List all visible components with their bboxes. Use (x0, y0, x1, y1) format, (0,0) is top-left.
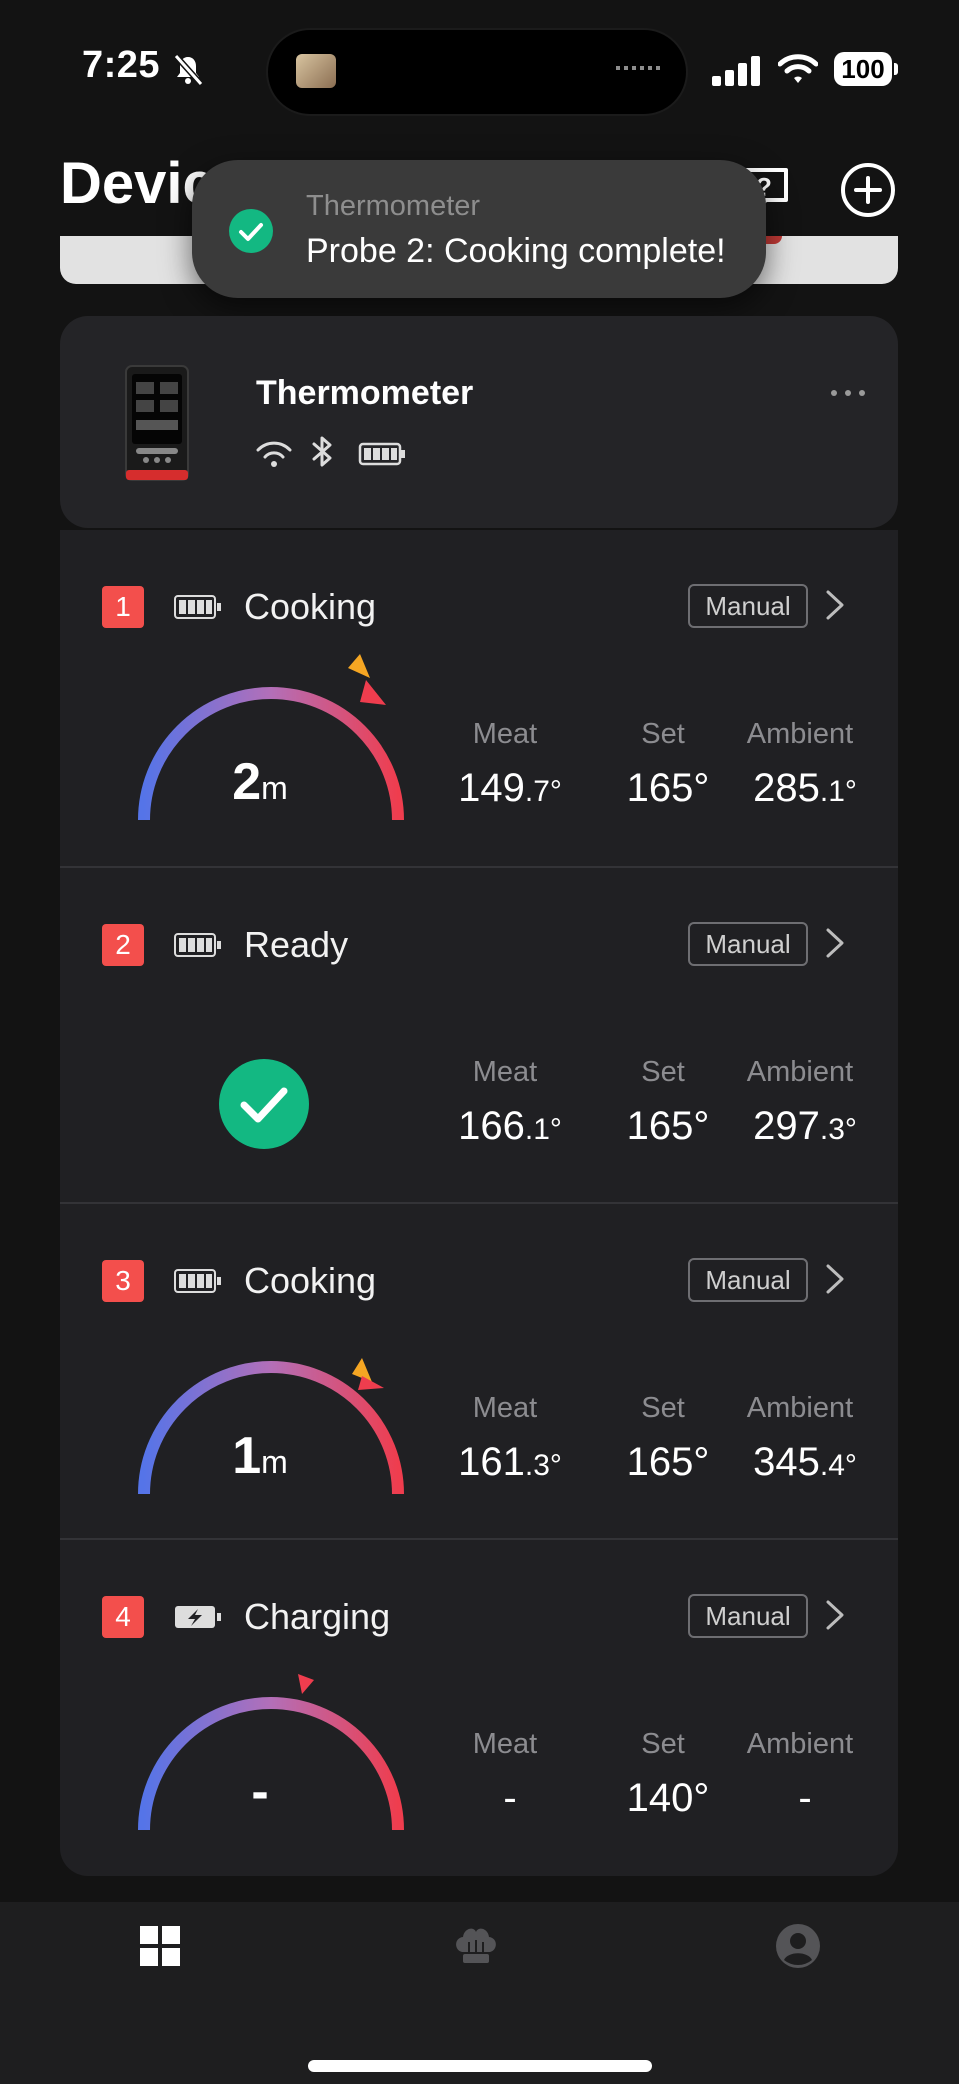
chevron-right-icon[interactable] (820, 926, 850, 960)
probe-status: Cooking (244, 586, 377, 627)
probe-row-3[interactable]: 3 Cooking Manual 1m Meat Set Ambient 161… (60, 1202, 898, 1540)
chevron-right-icon[interactable] (820, 1598, 850, 1632)
manual-mode-button[interactable]: Manual (688, 922, 808, 966)
set-label: Set (641, 1728, 685, 1760)
time-remaining: 1m (232, 1427, 288, 1485)
devices-screen: 7:25 100 Devices ? Thermometer Probe 2: … (0, 0, 959, 2084)
battery-nub (894, 63, 898, 75)
chef-hat-icon[interactable] (452, 1922, 500, 1970)
more-options-icon[interactable] (828, 386, 868, 400)
home-indicator (308, 2060, 652, 2072)
set-temp: 165° (626, 1440, 710, 1484)
ambient-temp: 297.3° (753, 1104, 857, 1148)
probe-status: Cooking (244, 1260, 377, 1301)
probe-row-4[interactable]: 4 Charging Manual - Meat Set Ambient - 1… (60, 1538, 898, 1876)
probe-status: Charging (244, 1596, 391, 1637)
devices-grid-icon[interactable] (136, 1922, 184, 1970)
manual-mode-button[interactable]: Manual (688, 584, 808, 628)
probe-status: Ready (244, 924, 349, 965)
meat-temp: 149.7° (458, 766, 562, 810)
metric-values: - 140° - (440, 1776, 870, 1826)
ambient-temp: 345.4° (753, 1440, 857, 1484)
metric-labels: Meat Set Ambient (440, 1728, 870, 1764)
device-name: Thermometer (256, 374, 474, 412)
bottom-tab-bar (0, 1902, 959, 2084)
status-time: 7:25 (82, 44, 161, 86)
device-card[interactable]: Thermometer (60, 316, 898, 528)
ambient-label: Ambient (746, 718, 854, 750)
toast-app-name: Thermometer (306, 190, 481, 222)
bell-off-icon (173, 54, 204, 86)
probe-list: 1 Cooking Manual 2m Meat Set Ambient 149… (60, 530, 898, 1876)
thermometer-device-image (125, 365, 189, 481)
device-connection-icons (256, 436, 405, 467)
metric-values: 166.1° 165° 297.3° (440, 1104, 870, 1154)
metric-labels: Meat Set Ambient (440, 1056, 870, 1092)
profile-icon[interactable] (774, 1922, 822, 1970)
island-dots (616, 66, 660, 70)
ambient-marker (348, 654, 370, 678)
probe-battery-icon (174, 595, 221, 619)
wifi-icon (256, 441, 292, 467)
time-remaining: - (251, 1763, 269, 1821)
meat-marker (358, 1376, 384, 1390)
time-remaining: 2m (232, 753, 288, 811)
battery-indicator: 100 (834, 52, 898, 86)
toast-notification[interactable]: Thermometer Probe 2: Cooking complete! (192, 160, 766, 298)
manual-mode-button[interactable]: Manual (688, 1594, 808, 1638)
metric-values: 161.3° 165° 345.4° (440, 1440, 870, 1490)
metric-labels: Meat Set Ambient (440, 718, 870, 754)
ambient-label: Ambient (746, 1392, 854, 1424)
probe-row-1[interactable]: 1 Cooking Manual 2m Meat Set Ambient 149… (60, 530, 898, 866)
add-device-icon[interactable] (838, 160, 898, 220)
probe-row-2[interactable]: 2 Ready Manual Meat Set Ambient 166.1° 1… (60, 866, 898, 1204)
set-label: Set (641, 1392, 685, 1424)
set-label: Set (641, 1056, 685, 1088)
ambient-label: Ambient (746, 1056, 854, 1088)
probe-number: 3 (102, 1260, 144, 1302)
meat-marker (360, 680, 386, 705)
set-marker (298, 1674, 314, 1694)
ambient-label: Ambient (746, 1728, 854, 1760)
cellular-signal-icon (712, 56, 760, 86)
set-temp: 165° (626, 766, 710, 810)
meat-label: Meat (472, 718, 538, 750)
meat-label: Meat (472, 1056, 538, 1088)
meat-temp: 161.3° (458, 1440, 562, 1484)
meat-label: Meat (472, 1728, 538, 1760)
probe-battery-icon (174, 1269, 221, 1293)
manual-mode-button[interactable]: Manual (688, 1258, 808, 1302)
ready-check-icon (219, 1059, 309, 1149)
meat-label: Meat (472, 1392, 538, 1424)
set-temp: 140° (626, 1776, 710, 1820)
probe-number: 1 (102, 586, 144, 628)
probe-number: 4 (102, 1596, 144, 1638)
battery-level: 100 (834, 52, 892, 86)
toast-message: Probe 2: Cooking complete! (306, 232, 726, 270)
set-temp: 165° (626, 1104, 710, 1148)
set-label: Set (641, 718, 685, 750)
success-check-icon (229, 209, 273, 253)
battery-icon (358, 442, 405, 466)
wifi-status-icon (778, 54, 818, 83)
charging-icon (175, 1606, 221, 1628)
ambient-temp: 285.1° (753, 766, 857, 810)
meat-temp: - (503, 1776, 517, 1820)
dynamic-island (266, 28, 688, 116)
bluetooth-icon (312, 436, 332, 467)
metric-values: 149.7° 165° 285.1° (440, 766, 870, 816)
probe-battery-icon (174, 933, 221, 957)
probe-number: 2 (102, 924, 144, 966)
chevron-right-icon[interactable] (820, 588, 850, 622)
chevron-right-icon[interactable] (820, 1262, 850, 1296)
island-thumbnail (296, 54, 336, 88)
ambient-temp: - (798, 1776, 812, 1820)
metric-labels: Meat Set Ambient (440, 1392, 870, 1428)
meat-temp: 166.1° (458, 1104, 562, 1148)
